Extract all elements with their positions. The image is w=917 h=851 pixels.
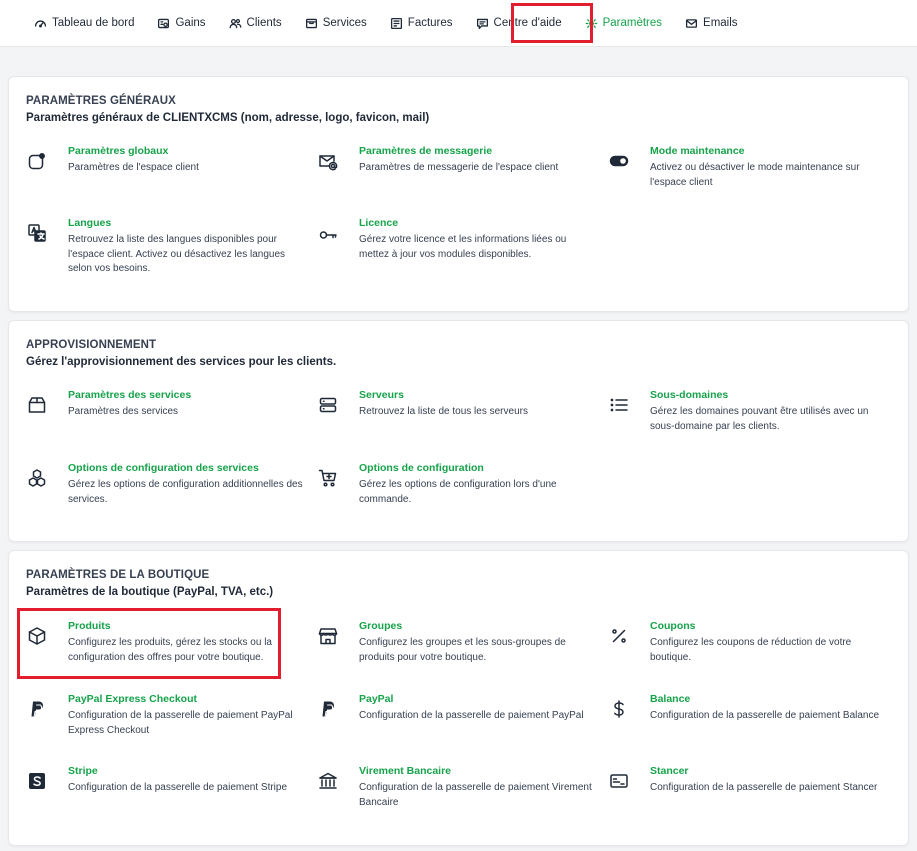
- item-title: Langues: [68, 217, 112, 229]
- section-general-settings: PARAMÈTRES GÉNÉRAUX Paramètres généraux …: [8, 76, 909, 312]
- item-title: PayPal: [359, 693, 394, 705]
- mail-icon: [686, 18, 698, 28]
- item-title: Licence: [359, 217, 399, 229]
- list-icon: [609, 395, 629, 415]
- top-nav: Tableau de bord Gains Clients Services F…: [0, 0, 917, 47]
- nav-clients[interactable]: Clients: [229, 17, 282, 30]
- item-desc: Configurez les coupons de réduction de v…: [650, 637, 852, 663]
- stripe-icon: [27, 771, 47, 791]
- item-title: Produits: [68, 620, 111, 632]
- mail-at-icon: [318, 151, 338, 171]
- shop-icon: [318, 626, 338, 646]
- item-desc: Configurez les groupes et les sous-group…: [359, 637, 566, 663]
- nav-label: Clients: [246, 17, 282, 29]
- nav-gains[interactable]: Gains: [157, 17, 206, 30]
- item-title: Serveurs: [359, 389, 404, 401]
- item-title: Virement Bancaire: [359, 765, 452, 777]
- item-desc: Gérez les options de configuration addit…: [68, 479, 303, 505]
- boxes-icon: [27, 468, 47, 488]
- gear-icon: [585, 17, 598, 29]
- help-icon: [476, 18, 488, 29]
- item-desc: Configuration de la passerelle de paieme…: [359, 710, 584, 721]
- item-title: Paramètres globaux: [68, 145, 169, 157]
- item-desc: Paramètres de l'espace client: [68, 162, 199, 173]
- item-title: Balance: [650, 693, 691, 705]
- section-title: APPROVISIONNEMENT: [26, 339, 157, 351]
- item-desc: Configuration de la passerelle de paieme…: [359, 782, 592, 808]
- section-subtitle: Paramètres de la boutique (PayPal, TVA, …: [26, 586, 274, 598]
- item-desc: Gérez les domaines pouvant être utilisés…: [650, 406, 869, 432]
- nav-parametres[interactable]: Paramètres: [585, 17, 662, 30]
- cart-plus-icon: [318, 468, 338, 488]
- section-subtitle: Gérez l'approvisionnement des services p…: [26, 356, 337, 368]
- key-icon: [318, 223, 338, 243]
- nav-centre-aide[interactable]: Centre d'aide: [476, 17, 562, 30]
- nav-label: Emails: [703, 17, 738, 29]
- nav-factures[interactable]: Factures: [390, 17, 453, 30]
- item-desc: Paramètres des services: [68, 406, 179, 417]
- product-box-icon: [27, 626, 47, 646]
- item-desc: Gérez votre licence et les informations …: [359, 234, 567, 260]
- dollar-icon: [609, 699, 629, 719]
- item-title: Paramètres de messagerie: [359, 145, 493, 157]
- item-title: Sous-domaines: [650, 389, 729, 401]
- item-title: Mode maintenance: [650, 145, 745, 157]
- nav-label: Tableau de bord: [52, 17, 135, 29]
- item-title: Coupons: [650, 620, 696, 632]
- gains-icon: [158, 18, 170, 28]
- item-desc: Configuration de la passerelle de paieme…: [68, 782, 288, 793]
- server-icon: [318, 395, 338, 415]
- section-provisioning: APPROVISIONNEMENT Gérez l'approvisionnem…: [8, 320, 909, 542]
- item-desc: Configuration de la passerelle de paieme…: [650, 782, 878, 793]
- item-title: Stancer: [650, 765, 689, 777]
- item-title: Stripe: [68, 765, 98, 777]
- item-desc: Activez ou désactiver le mode maintenanc…: [650, 162, 860, 188]
- nav-services[interactable]: Services: [305, 17, 367, 30]
- nav-label: Paramètres: [602, 17, 663, 29]
- section-title: PARAMÈTRES GÉNÉRAUX: [26, 95, 176, 107]
- item-title: Options de configuration des services: [68, 462, 259, 474]
- item-desc: Gérez les options de configuration lors …: [359, 479, 557, 505]
- dashboard-icon: [34, 19, 47, 27]
- nav-emails[interactable]: Emails: [685, 17, 738, 30]
- nav-tableau-de-bord[interactable]: Tableau de bord: [34, 17, 134, 30]
- section-title: PARAMÈTRES DE LA BOUTIQUE: [26, 569, 210, 581]
- item-desc: Paramètres de messagerie de l'espace cli…: [359, 162, 559, 173]
- item-title: Groupes: [359, 620, 403, 632]
- item-title: PayPal Express Checkout: [68, 693, 197, 705]
- bank-icon: [318, 771, 338, 791]
- section-shop-settings: PARAMÈTRES DE LA BOUTIQUE Paramètres de …: [8, 550, 909, 846]
- nav-label: Factures: [407, 17, 453, 29]
- toggle-on-icon: [609, 151, 629, 171]
- box-icon: [27, 395, 47, 415]
- item-desc: Retrouvez la liste de tous les serveurs: [359, 406, 528, 417]
- percent-icon: [609, 626, 629, 646]
- services-icon: [305, 18, 317, 28]
- item-title: Paramètres des services: [68, 389, 192, 401]
- invoice-icon: [390, 17, 402, 29]
- nav-label: Services: [322, 17, 367, 29]
- item-desc: Configuration de la passerelle de paieme…: [650, 710, 880, 721]
- item-desc: Configuration de la passerelle de paieme…: [68, 710, 293, 736]
- item-desc: Retrouvez la liste des langues disponibl…: [68, 234, 286, 274]
- section-subtitle: Paramètres généraux de CLIENTXCMS (nom, …: [26, 112, 430, 124]
- paypal-icon: [27, 699, 47, 719]
- users-icon: [229, 18, 241, 28]
- translate-icon: [27, 223, 47, 243]
- card-icon: [609, 771, 629, 791]
- item-title: Options de configuration: [359, 462, 484, 474]
- paypal-icon: [318, 699, 338, 719]
- item-desc: Configurez les produits, gérez les stock…: [68, 637, 272, 663]
- toggle-dot-icon: [27, 151, 47, 171]
- nav-label: Gains: [175, 17, 206, 29]
- nav-label: Centre d'aide: [493, 17, 562, 29]
